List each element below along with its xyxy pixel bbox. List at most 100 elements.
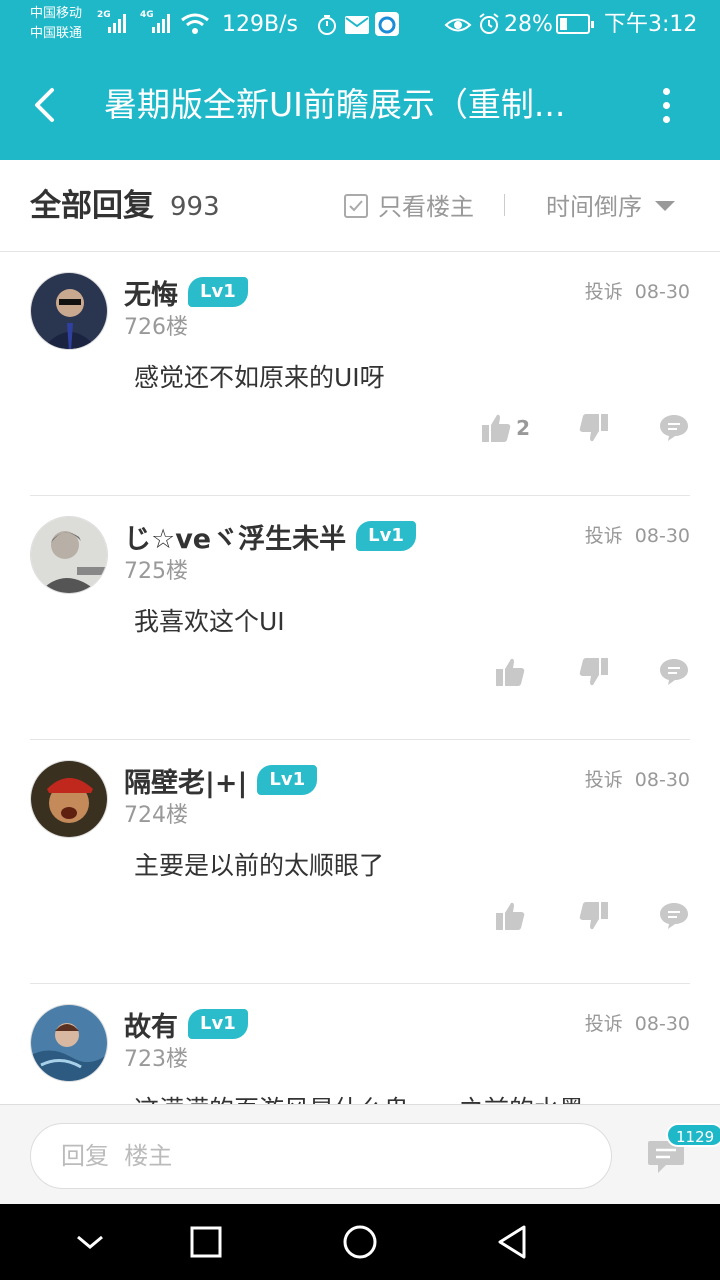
thumbs-down-icon (579, 414, 608, 442)
report-link[interactable]: 投诉 (585, 278, 623, 306)
reply-item[interactable]: 故有 Lv1 723楼 投诉 08-30 这满满的页游风是什么鬼……之前的水墨 (0, 984, 720, 1104)
more-options-button[interactable] (646, 80, 686, 130)
nav-back-button[interactable] (492, 1222, 532, 1262)
more-vertical-icon (662, 87, 670, 95)
replies-heading: 全部回复 (30, 188, 154, 224)
nav-home-button[interactable] (340, 1222, 380, 1262)
avatar[interactable] (30, 272, 108, 350)
mail-icon (345, 16, 369, 34)
post-meta: 投诉 08-30 (585, 766, 690, 794)
carrier-labels: 中国移动 中国联通 (30, 4, 82, 44)
comment-count-badge: 1129 (666, 1123, 720, 1147)
reply-to-button[interactable] (610, 656, 690, 688)
reply-input[interactable] (30, 1123, 612, 1189)
reply-to-button[interactable] (610, 900, 690, 932)
name-row: 隔壁老|+| Lv1 (124, 760, 318, 800)
name-row: 无悔 Lv1 (124, 272, 248, 312)
reply-item[interactable]: 无悔 Lv1 726楼 投诉 08-30 感觉还不如原来的UI呀 2 (0, 252, 720, 496)
reply-actions (450, 656, 690, 688)
battery-percent: 28% (504, 12, 553, 37)
reply-content: 我喜欢这个UI (134, 607, 285, 636)
avatar[interactable] (30, 760, 108, 838)
level-badge: Lv1 (356, 521, 416, 551)
wifi-icon (181, 13, 209, 34)
reply-item[interactable]: 隔壁老|+| Lv1 724楼 投诉 08-30 主要是以前的太顺眼了 (0, 740, 720, 984)
reply-content: 这满满的页游风是什么鬼……之前的水墨 (134, 1092, 584, 1104)
username[interactable]: 隔壁老|+| (124, 761, 247, 800)
square-icon (190, 1226, 222, 1258)
report-link[interactable]: 投诉 (585, 766, 623, 794)
carrier-1: 中国移动 (30, 6, 83, 21)
dislike-button[interactable] (530, 412, 610, 444)
nav-hide-button[interactable] (70, 1222, 110, 1262)
comment-icon (660, 903, 688, 929)
reply-actions (450, 900, 690, 932)
level-badge: Lv1 (257, 765, 318, 795)
carrier-2: 中国联通 (30, 26, 83, 41)
sort-dropdown[interactable]: 时间倒序 (546, 188, 642, 226)
like-count: 2 (516, 416, 530, 440)
reply-content: 主要是以前的太顺眼了 (134, 851, 385, 880)
battery-icon (556, 14, 594, 34)
post-date: 08-30 (634, 1013, 690, 1035)
floor-number: 726楼 (124, 315, 188, 340)
divider (504, 194, 505, 216)
level-badge: Lv1 (188, 277, 248, 307)
post-meta: 投诉 08-30 (585, 1010, 690, 1038)
reply-actions: 2 (450, 412, 690, 444)
caret-down-icon[interactable] (655, 201, 675, 211)
like-button[interactable] (450, 656, 530, 688)
level-badge: Lv1 (188, 1009, 248, 1039)
reply-count: 993 (170, 192, 220, 222)
avatar[interactable] (30, 516, 108, 594)
only-op-label[interactable]: 只看楼主 (378, 188, 474, 226)
reply-to-button[interactable] (610, 412, 690, 444)
thumbs-down-icon (579, 658, 608, 686)
post-date: 08-30 (634, 525, 690, 547)
name-row: 故有 Lv1 (124, 1004, 248, 1044)
net-speed: 129B/s (222, 12, 298, 37)
chevron-down-icon (77, 1235, 103, 1249)
status-bar: 中国移动 中国联通 2G 4G 129B/s 28% 下午3:12 (0, 0, 720, 50)
avatar[interactable] (30, 1004, 108, 1082)
post-date: 08-30 (634, 281, 690, 303)
thumbs-up-icon (496, 902, 525, 930)
system-nav-bar (0, 1204, 720, 1280)
thumbs-down-icon (579, 902, 608, 930)
username[interactable]: じ☆veヾ浮生未半 (124, 517, 346, 556)
reply-item[interactable]: じ☆veヾ浮生未半 Lv1 725楼 投诉 08-30 我喜欢这个UI (0, 496, 720, 740)
circle-icon (343, 1225, 377, 1259)
username[interactable]: 无悔 (124, 273, 178, 312)
report-link[interactable]: 投诉 (585, 1010, 623, 1038)
post-meta: 投诉 08-30 (585, 522, 690, 550)
comment-icon (660, 415, 688, 441)
back-button[interactable] (22, 80, 66, 130)
username[interactable]: 故有 (124, 1005, 178, 1044)
only-op-checkbox[interactable] (344, 194, 368, 218)
dislike-button[interactable] (530, 656, 610, 688)
dislike-button[interactable] (530, 900, 610, 932)
like-button[interactable]: 2 (450, 412, 530, 444)
check-icon (349, 200, 363, 212)
thumbs-up-icon (496, 658, 525, 686)
alarm-icon (479, 13, 499, 34)
floor-number: 724楼 (124, 803, 188, 828)
floor-number: 723楼 (124, 1047, 188, 1072)
like-button[interactable] (450, 900, 530, 932)
comment-icon (660, 659, 688, 685)
reply-filter-bar: 全部回复 993 只看楼主 时间倒序 (0, 160, 720, 252)
chevron-left-icon (35, 88, 54, 122)
page-title: 暑期版全新UI前瞻展示（重制... (104, 85, 566, 124)
stopwatch-icon (318, 15, 336, 35)
reply-content: 感觉还不如原来的UI呀 (134, 363, 385, 392)
app-header: 暑期版全新UI前瞻展示（重制... (0, 50, 720, 160)
app-icon (375, 12, 399, 36)
post-date: 08-30 (634, 769, 690, 791)
signal-icon (108, 14, 126, 33)
name-row: じ☆veヾ浮生未半 Lv1 (124, 516, 416, 556)
report-link[interactable]: 投诉 (585, 522, 623, 550)
clock: 下午3:12 (604, 12, 698, 37)
nav-recents-button[interactable] (186, 1222, 226, 1262)
floor-number: 725楼 (124, 559, 188, 584)
triangle-back-icon (498, 1225, 526, 1259)
